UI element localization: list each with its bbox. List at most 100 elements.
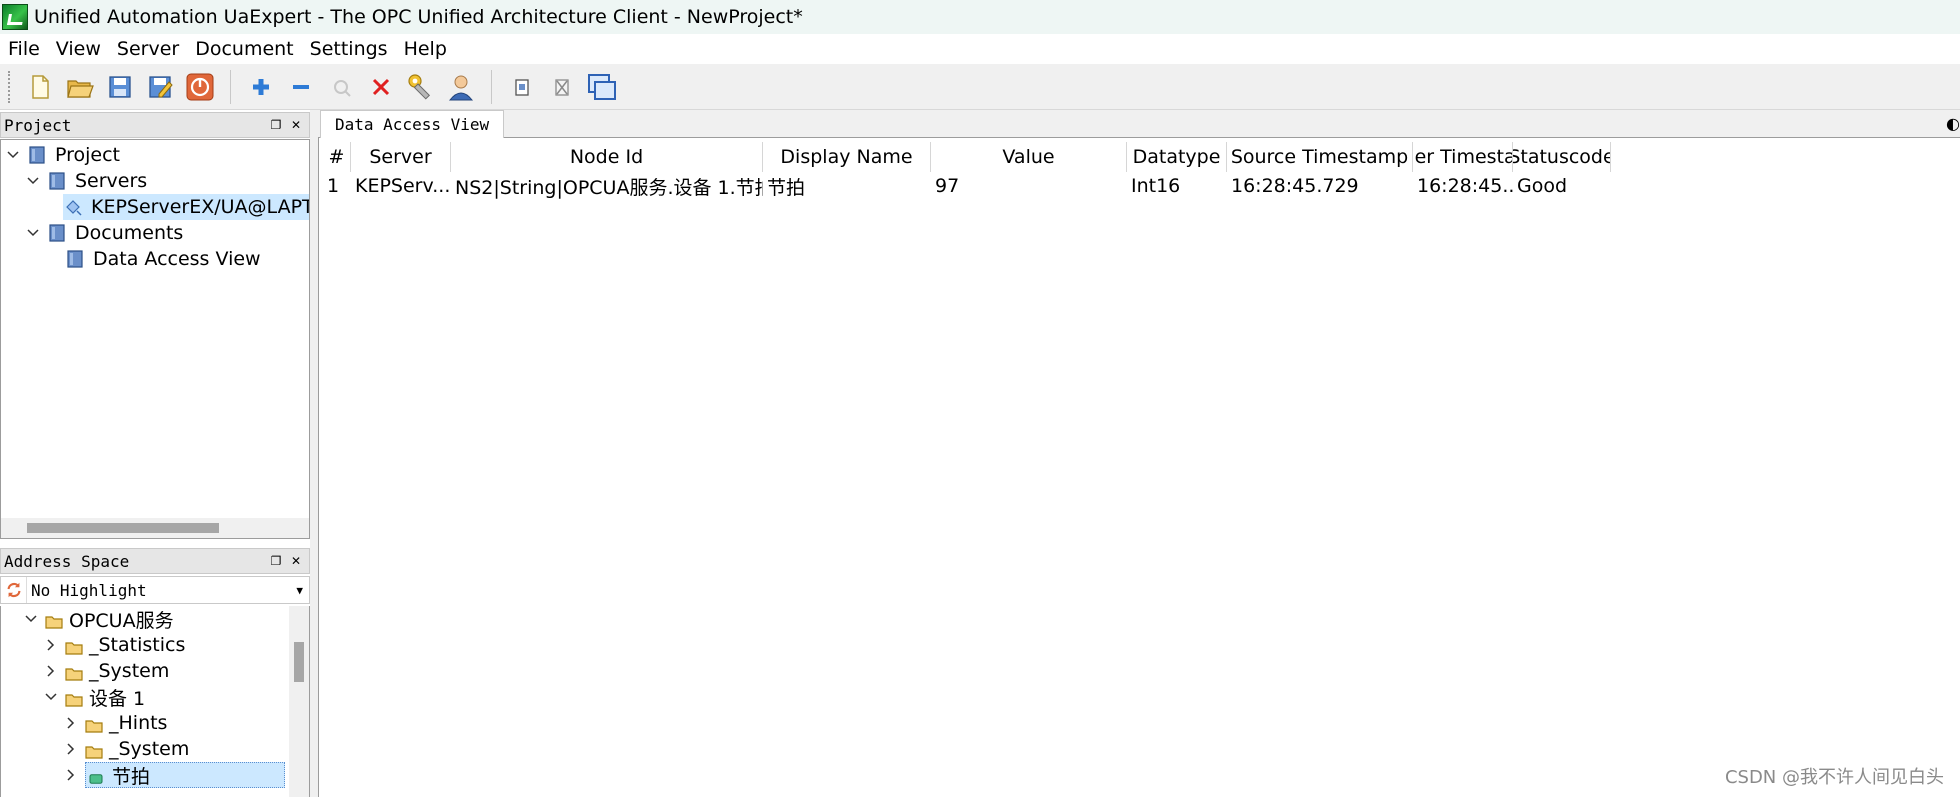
column-header-number[interactable]: # [323, 142, 351, 172]
column-header-source-timestamp[interactable]: Source Timestamp [1227, 142, 1413, 172]
table-row[interactable]: 1 KEPServ... NS2|String|OPCUA服务.设备 1.节拍 … [323, 172, 1611, 200]
column-header-server-timestamp[interactable]: 'er Timesta [1413, 142, 1513, 172]
cell-node-id: NS2|String|OPCUA服务.设备 1.节拍 [455, 176, 763, 199]
remove-document-button[interactable] [544, 69, 580, 105]
user-icon [448, 75, 474, 100]
menu-bar: File View Server Document Settings Help [0, 34, 1960, 64]
scrollbar-thumb[interactable] [294, 642, 304, 682]
save-as-button[interactable] [142, 69, 178, 105]
chevron-down-icon[interactable] [43, 689, 59, 705]
column-header-datatype[interactable]: Datatype [1127, 142, 1227, 172]
column-header-statuscode[interactable]: Statuscode [1513, 142, 1611, 172]
toolbar [0, 64, 1960, 110]
tree-item-data-access-view[interactable]: Data Access View [65, 246, 261, 272]
tree-item-label: Documents [75, 222, 184, 244]
cell-display-name: 节拍 [767, 176, 806, 199]
menu-settings[interactable]: Settings [302, 38, 396, 60]
open-project-button[interactable] [62, 69, 98, 105]
tree-item-device-system[interactable]: _System [63, 736, 189, 762]
chevron-right-icon[interactable] [43, 663, 59, 679]
settings-button[interactable] [403, 69, 439, 105]
user-button[interactable] [443, 69, 479, 105]
settings-wrench-icon [408, 73, 431, 100]
tree-item-system[interactable]: _System [43, 658, 169, 684]
column-header-node-id[interactable]: Node Id [451, 142, 763, 172]
chevron-right-icon[interactable] [63, 767, 79, 783]
disconnect-server-button[interactable] [363, 69, 399, 105]
float-icon[interactable]: ❐ [269, 118, 283, 132]
documents-folder-icon [47, 223, 67, 243]
folder-icon [85, 742, 103, 759]
menu-help[interactable]: Help [396, 38, 455, 60]
cell-value[interactable]: 97 [931, 172, 1127, 200]
cell-server-timestamp: 16:28:45.... [1417, 175, 1513, 197]
chevron-down-icon[interactable] [23, 611, 39, 627]
close-icon[interactable]: ✕ [289, 554, 303, 568]
folder-icon [45, 612, 63, 629]
chevron-right-icon[interactable] [63, 741, 79, 757]
column-header-display-name[interactable]: Display Name [763, 142, 931, 172]
highlight-select[interactable]: No Highlight ▼ [27, 577, 309, 603]
menu-file[interactable]: File [0, 38, 48, 60]
chevron-down-icon[interactable] [25, 225, 41, 241]
tree-item-label: Servers [75, 170, 148, 192]
dropdown-arrow-icon: ▼ [296, 583, 303, 597]
toolbar-grip[interactable] [8, 70, 12, 103]
chevron-down-icon[interactable] [25, 173, 41, 189]
shutdown-button[interactable] [182, 69, 218, 105]
tree-item-device-1[interactable]: 设备 1 [43, 684, 145, 710]
tree-item-label: 设备 1 [89, 687, 146, 710]
project-horizontal-scrollbar[interactable] [1, 518, 309, 538]
remove-document-icon [555, 78, 569, 96]
scrollbar-thumb[interactable] [27, 523, 219, 533]
tree-item-servers[interactable]: Servers [25, 168, 147, 194]
tree-item-documents[interactable]: Documents [25, 220, 183, 246]
tab-data-access-view[interactable]: Data Access View [320, 110, 505, 138]
project-panel-title: Project [4, 115, 72, 135]
power-icon [186, 73, 214, 100]
menu-server[interactable]: Server [109, 38, 187, 60]
save-project-button[interactable] [102, 69, 138, 105]
highlight-bar: No Highlight ▼ [0, 576, 310, 604]
address-space-vertical-scrollbar[interactable] [289, 606, 309, 797]
tree-item-tag[interactable]: 节拍 [63, 762, 285, 788]
tree-item-server-connection[interactable]: KEPServerEX/UA@LAPTOP [63, 194, 309, 220]
tab-scroll-icon[interactable]: ◐ [1946, 114, 1960, 133]
document-icon [65, 249, 85, 269]
window-layout-button[interactable] [584, 69, 620, 105]
tree-item-statistics[interactable]: _Statistics [43, 632, 185, 658]
cell-source-timestamp: 16:28:45.729 [1231, 175, 1359, 197]
project-panel-header: Project ❐ ✕ [0, 112, 310, 138]
project-tree: Project Servers KEPServerEX/UA@LAPTOP Do… [0, 139, 310, 539]
add-server-button[interactable] [243, 69, 279, 105]
tree-item-opcua-service[interactable]: OPCUA服务 [23, 606, 174, 632]
windows-icon [588, 73, 616, 100]
chevron-down-icon[interactable] [5, 147, 21, 163]
data-access-view: # Server Node Id Display Name Value Data… [318, 138, 1960, 797]
float-icon[interactable]: ❐ [269, 554, 283, 568]
chevron-right-icon[interactable] [43, 637, 59, 653]
folder-icon [65, 664, 83, 681]
menu-view[interactable]: View [48, 38, 109, 60]
chevron-right-icon[interactable] [63, 715, 79, 731]
tree-item-project[interactable]: Project [5, 142, 120, 168]
folder-icon [85, 716, 103, 733]
connect-server-button[interactable] [323, 69, 359, 105]
window-title: Unified Automation UaExpert - The OPC Un… [34, 6, 803, 28]
folder-icon [65, 638, 83, 655]
new-project-button[interactable] [22, 69, 58, 105]
title-bar: Unified Automation UaExpert - The OPC Un… [0, 0, 1960, 34]
dock-splitter[interactable] [310, 110, 318, 797]
column-header-value[interactable]: Value [931, 142, 1127, 172]
save-icon [109, 75, 131, 98]
open-folder-icon [67, 79, 94, 98]
remove-server-button[interactable] [283, 69, 319, 105]
close-icon[interactable]: ✕ [289, 118, 303, 132]
column-header-server[interactable]: Server [351, 142, 451, 172]
menu-document[interactable]: Document [187, 38, 301, 60]
refresh-button[interactable] [1, 577, 27, 603]
tree-item-label: KEPServerEX/UA@LAPTOP [91, 196, 309, 218]
add-document-button[interactable] [504, 69, 540, 105]
tree-item-label: _Statistics [89, 634, 186, 656]
tree-item-hints[interactable]: _Hints [63, 710, 167, 736]
